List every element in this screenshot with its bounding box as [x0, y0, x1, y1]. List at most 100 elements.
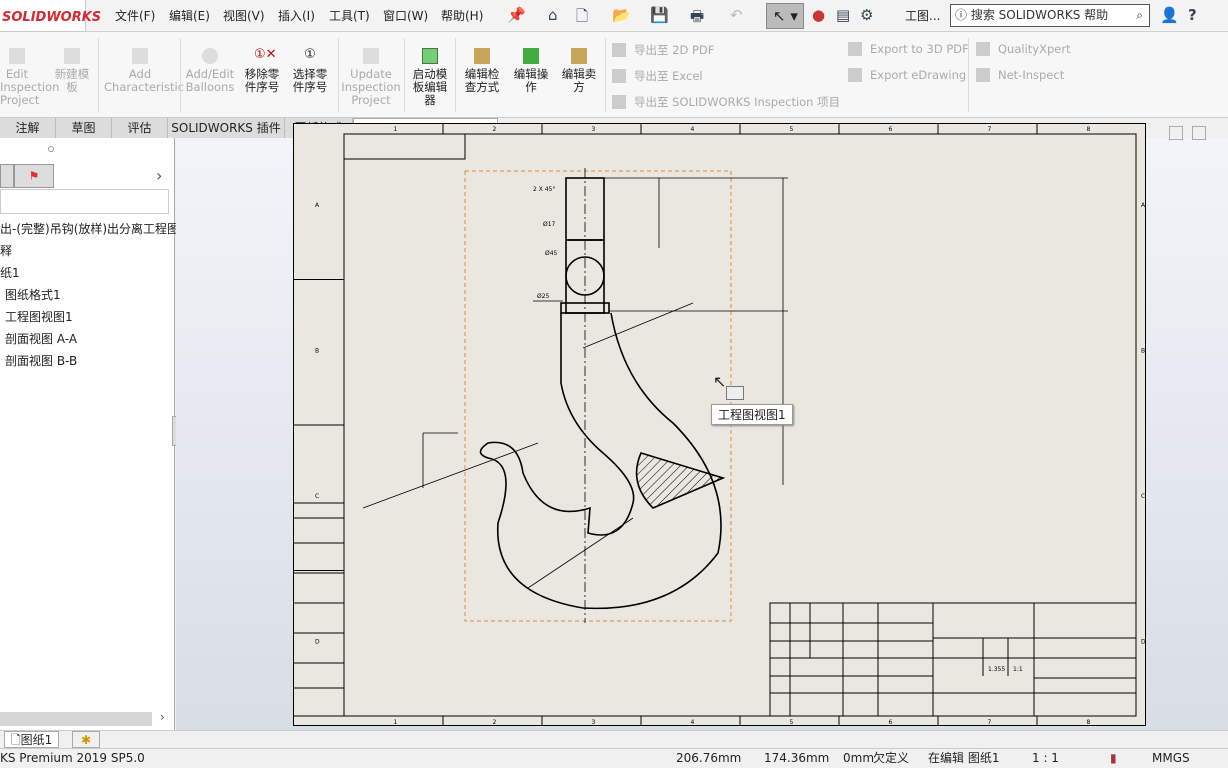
ribbon: Edit Inspection Project 新建模板 Add Charact…: [0, 32, 1228, 118]
excel-icon: [612, 69, 626, 83]
pin-icon[interactable]: 📌: [507, 6, 526, 24]
edit-vendor-button[interactable]: 编辑卖方: [557, 32, 601, 118]
new-template-button[interactable]: 新建模板: [50, 32, 94, 118]
unit-system[interactable]: MMGS: [1152, 749, 1190, 768]
select-icon[interactable]: ↖ ▾: [766, 3, 804, 29]
template-editor-button[interactable]: 启动模板编辑器: [408, 32, 452, 118]
dimension-diameter-45: Ø45: [545, 250, 558, 257]
new-document-icon[interactable]: 🗋: [576, 6, 588, 31]
edit-inspection-method-button[interactable]: 编辑检查方式: [460, 32, 504, 118]
home-icon[interactable]: ⌂: [548, 6, 558, 24]
filter-input[interactable]: [0, 189, 169, 214]
gear-icon[interactable]: ⚙: [860, 6, 873, 24]
tab-sketch[interactable]: 草图: [56, 118, 112, 138]
edit-operation-button[interactable]: 编辑操作: [509, 32, 553, 118]
tree-item-annotations[interactable]: 释: [0, 242, 12, 259]
prev-view-icon[interactable]: [1169, 126, 1183, 140]
zone-col-label: 3: [592, 719, 596, 726]
tree-item-section-a[interactable]: 剖面视图 A-A: [5, 330, 77, 347]
export-3d-pdf-button[interactable]: Export to 3D PDF: [848, 42, 969, 56]
editing-status: 在编辑 图纸1: [928, 751, 1000, 765]
save-icon[interactable]: 💾: [650, 6, 669, 24]
scroll-right-icon[interactable]: ›: [160, 710, 165, 724]
add-characteristic-button[interactable]: Add Characteristic: [104, 32, 184, 118]
menu-edit[interactable]: 编辑(E): [169, 7, 210, 24]
menu-tools[interactable]: 工具(T): [329, 7, 370, 24]
panel-grip-icon[interactable]: [48, 146, 54, 152]
net-inspect-icon: [976, 68, 990, 82]
zone-col-label: 6: [889, 719, 893, 726]
edit-inspection-project-button[interactable]: Edit Inspection Project: [0, 32, 59, 118]
add-sheet-icon[interactable]: ✱: [72, 731, 100, 748]
net-inspect-button[interactable]: Net-Inspect: [976, 68, 1064, 82]
select-balloon-button[interactable]: ① 选择零件序号: [288, 32, 332, 118]
sheet-scale[interactable]: 1 : 1: [1032, 749, 1059, 768]
edrawing-icon: [848, 68, 862, 82]
sheet-tab-1[interactable]: 🗋图纸1: [4, 731, 60, 748]
zone-col-label: 3: [592, 126, 596, 133]
tree-item-document[interactable]: 出-(完整)吊钩(放样)出分离工程图: [0, 220, 179, 237]
export-excel-button[interactable]: 导出至 Excel: [612, 68, 703, 84]
zone-row-label: B: [315, 347, 319, 354]
version-text: KS Premium 2019 SP5.0: [0, 751, 145, 765]
traffic-light-icon[interactable]: ●: [812, 6, 825, 24]
button-label: 编辑卖方: [561, 67, 597, 94]
export-2d-pdf-button[interactable]: 导出至 2D PDF: [612, 42, 714, 58]
menu-file[interactable]: 文件(F): [115, 7, 155, 24]
help-icon: ⓘ: [955, 8, 971, 22]
menu-view[interactable]: 视图(V): [223, 7, 265, 24]
zone-row-label: B: [1141, 347, 1145, 354]
undo-icon[interactable]: ↶: [730, 6, 743, 24]
inspection-tab-icon[interactable]: ⚑: [14, 164, 54, 188]
tab-solidworks-addins[interactable]: SOLIDWORKS 插件: [168, 118, 285, 138]
tree-item-sheet[interactable]: 纸1: [0, 264, 20, 281]
update-icon: [363, 48, 379, 64]
button-label: 启动模板编辑器: [412, 67, 448, 107]
menu-insert[interactable]: 插入(I): [278, 7, 315, 24]
export-inspection-project-button[interactable]: 导出至 SOLIDWORKS Inspection 项目: [612, 94, 840, 110]
next-view-icon[interactable]: [1192, 126, 1206, 140]
solidworks-logo: SOLIDWORKS: [0, 0, 101, 32]
help-menu-icon[interactable]: ?: [1188, 6, 1197, 24]
tab-annotation[interactable]: 注解: [0, 118, 56, 138]
tree-item-sheet-format[interactable]: 图纸格式1: [5, 286, 61, 303]
button-label: Export to 3D PDF: [870, 42, 969, 56]
menu-window[interactable]: 窗口(W): [383, 7, 428, 24]
sheet-tab-label: 图纸1: [20, 733, 53, 747]
export-edrawing-button[interactable]: Export eDrawing: [848, 68, 966, 82]
sheet-tabs: 🗋图纸1 ✱: [0, 730, 1228, 748]
rebuild-status-icon[interactable]: ▮: [1110, 749, 1117, 768]
zone-row-label: C: [1141, 493, 1145, 500]
document-name: 工图...: [905, 9, 941, 23]
user-icon[interactable]: 👤: [1160, 6, 1179, 24]
zone-col-label: 1: [394, 126, 398, 133]
tab-evaluate[interactable]: 评估: [112, 118, 168, 138]
y-coordinate: 174.36mm: [764, 751, 830, 765]
search-icon[interactable]: ⌕: [1136, 5, 1143, 26]
button-label: 编辑检查方式: [464, 67, 500, 94]
graphics-area[interactable]: ⌕⤢⌕✎↻▣ 1122334455667788AABBCCDD 2 X 45° …: [176, 123, 1228, 730]
button-label: 移除零件序号: [244, 67, 280, 94]
file-properties-icon[interactable]: ▤: [836, 6, 850, 24]
tree-item-drawing-view[interactable]: 工程图视图1: [5, 308, 73, 325]
tree-item-section-b[interactable]: 剖面视图 B-B: [5, 352, 77, 369]
feature-tree-tab-icon[interactable]: [0, 164, 14, 188]
zone-row-label: D: [1141, 638, 1146, 645]
search-input[interactable]: ⓘ 搜索 SOLIDWORKS 帮助 ⌕: [950, 4, 1150, 27]
remove-balloon-button[interactable]: ①✕ 移除零件序号: [240, 32, 284, 118]
vendor-icon: [571, 48, 587, 64]
dimension-diameter-25: Ø25: [537, 293, 550, 300]
print-icon[interactable]: 🖶: [690, 6, 704, 31]
divider: [338, 38, 339, 112]
zone-col-label: 6: [889, 126, 893, 133]
qualityxpert-button[interactable]: QualityXpert: [976, 42, 1071, 56]
open-icon[interactable]: 📂: [612, 6, 631, 24]
add-edit-balloons-button[interactable]: Add/Edit Balloons: [184, 32, 236, 118]
qualityxpert-icon: [976, 42, 990, 56]
menu-help[interactable]: 帮助(H): [441, 7, 483, 24]
feature-manager-panel: ⚑ › 出-(完整)吊钩(放样)出分离工程图 释 纸1 图纸格式1 工程图视图1…: [0, 138, 180, 730]
update-inspection-project-button[interactable]: Update Inspection Project: [340, 32, 402, 118]
button-label: 导出至 2D PDF: [634, 43, 715, 57]
horizontal-scrollbar[interactable]: [0, 712, 152, 726]
chevron-right-icon[interactable]: ›: [156, 166, 162, 185]
